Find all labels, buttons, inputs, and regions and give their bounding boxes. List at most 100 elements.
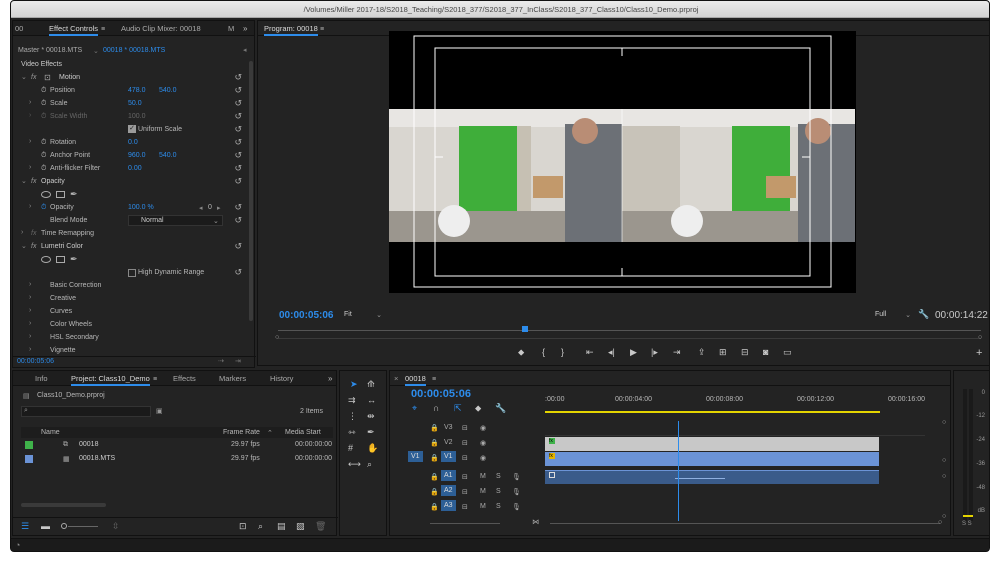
- pen-tool-icon[interactable]: ✒: [367, 427, 375, 438]
- selection-tool-icon[interactable]: ➤: [350, 379, 358, 390]
- project-row-clip[interactable]: ▦ 00018.MTS 29.97 fps 00:00:00:00: [21, 453, 333, 466]
- vr-icon[interactable]: ▭: [783, 347, 792, 358]
- razor-icon[interactable]: ⋮: [348, 411, 357, 422]
- solo-icon[interactable]: S: [496, 488, 501, 495]
- expand-icon[interactable]: ›: [29, 164, 31, 171]
- stopwatch-icon[interactable]: ⏱: [41, 139, 46, 147]
- tab-effect-controls[interactable]: Effect Controls: [49, 24, 99, 36]
- expand-icon[interactable]: ›: [29, 99, 31, 106]
- reset-icon[interactable]: ↺: [234, 111, 242, 122]
- pen-mask-icon[interactable]: ✒: [70, 189, 78, 200]
- prev-keyframe-icon[interactable]: ◂: [199, 204, 203, 212]
- eye-icon[interactable]: ◉: [480, 454, 486, 462]
- sync-lock-icon[interactable]: ⊟: [462, 488, 468, 496]
- stopwatch-icon[interactable]: ⏱: [41, 152, 46, 160]
- expand-icon[interactable]: ›: [21, 229, 23, 236]
- zoom-bar[interactable]: [278, 338, 981, 339]
- scroll-handle-bottom[interactable]: ○: [942, 513, 946, 520]
- horizontal-scrollbar[interactable]: [21, 503, 106, 507]
- expand-icon[interactable]: ›: [29, 320, 31, 327]
- reset-icon[interactable]: ↺: [234, 267, 242, 278]
- overflow-icon[interactable]: »: [243, 24, 247, 33]
- program-timecode[interactable]: 00:00:05:06: [279, 310, 333, 321]
- reset-icon[interactable]: ↺: [234, 98, 242, 109]
- zoom-slider-handle[interactable]: [61, 523, 67, 529]
- expand-icon[interactable]: ›: [29, 294, 31, 301]
- video-frame[interactable]: [389, 31, 856, 293]
- reset-icon[interactable]: ↺: [234, 124, 242, 135]
- new-bin-icon[interactable]: ▣: [156, 407, 163, 415]
- reset-icon[interactable]: ↺: [234, 163, 242, 174]
- collapse-icon[interactable]: ◂: [243, 46, 247, 54]
- type-tool-icon[interactable]: ⟷: [348, 459, 361, 470]
- slip-icon[interactable]: ⇹: [367, 411, 375, 422]
- reset-icon[interactable]: ↺: [234, 215, 242, 226]
- new-bin-icon[interactable]: ▤: [277, 521, 286, 532]
- add-button-icon[interactable]: +: [976, 347, 982, 359]
- rate-stretch-icon[interactable]: ↔: [367, 395, 376, 405]
- tab-history[interactable]: History: [270, 374, 293, 383]
- sort-icons-icon[interactable]: ⇳: [112, 521, 120, 532]
- basic-row[interactable]: › Basic Correction: [13, 280, 248, 293]
- transform-icon[interactable]: ⊡: [44, 73, 51, 82]
- zoom-tool-icon[interactable]: ⌕: [367, 459, 372, 470]
- clip-v1[interactable]: fx: [545, 452, 879, 466]
- next-keyframe-icon[interactable]: ▸: [217, 204, 221, 212]
- playhead-marker[interactable]: [522, 326, 528, 332]
- ellipse-mask-icon[interactable]: [41, 191, 51, 198]
- solo-buttons[interactable]: S S: [962, 521, 972, 527]
- sync-lock-icon[interactable]: ⊟: [462, 439, 468, 447]
- link-icon[interactable]: ∩: [433, 403, 439, 413]
- clip-v2[interactable]: fx: [545, 437, 879, 451]
- sync-lock-icon[interactable]: ⊟: [462, 503, 468, 511]
- project-row-sequence[interactable]: ⧉ 00018 29.97 fps 00:00:00:00: [21, 439, 333, 452]
- snap-icon[interactable]: ⌖: [412, 403, 417, 414]
- rectangle-mask-icon[interactable]: [56, 256, 65, 263]
- menu-icon[interactable]: ≡: [101, 25, 105, 34]
- expand-icon[interactable]: ›: [29, 203, 31, 210]
- automate-icon[interactable]: ⊡: [239, 521, 247, 532]
- menu-icon[interactable]: ≡: [320, 25, 324, 34]
- reset-icon[interactable]: ↺: [234, 241, 242, 252]
- go-to-out-icon[interactable]: ⇥: [673, 347, 681, 358]
- opacity-section-row[interactable]: ⌄ fx Opacity ↺: [13, 176, 248, 189]
- collapse-tracks-icon[interactable]: ⋈: [532, 518, 539, 526]
- icon-view-icon[interactable]: ▬: [41, 521, 50, 531]
- tab-effects[interactable]: Effects: [173, 374, 196, 383]
- timeline-timecode[interactable]: 00:00:05:06: [411, 388, 471, 400]
- lock-icon[interactable]: 🔒: [430, 454, 439, 462]
- stopwatch-icon[interactable]: ⏱: [41, 100, 46, 108]
- program-title[interactable]: Program: 00018: [264, 24, 318, 36]
- close-icon[interactable]: ×: [394, 374, 398, 383]
- ripple-edit-icon[interactable]: ⇉: [348, 395, 356, 406]
- marker-icon[interactable]: ⬥: [518, 347, 524, 358]
- camera-icon[interactable]: ◙: [763, 347, 768, 357]
- expand-icon[interactable]: ⌄: [21, 242, 27, 250]
- new-item-icon[interactable]: ▧: [296, 521, 305, 532]
- work-area-bar[interactable]: [545, 411, 880, 413]
- scroll-handle-top[interactable]: ○: [942, 419, 946, 426]
- zoom-handle-right[interactable]: ○: [978, 334, 982, 341]
- settings-wrench-icon[interactable]: 🔧: [495, 403, 506, 414]
- expand-icon[interactable]: ›: [29, 138, 31, 145]
- stopwatch-icon[interactable]: ⏱: [41, 204, 46, 212]
- lock-icon[interactable]: 🔒: [430, 473, 439, 481]
- solo-icon[interactable]: S: [496, 503, 501, 510]
- tab-info[interactable]: Info: [35, 374, 48, 383]
- search-input[interactable]: [21, 406, 151, 417]
- reset-icon[interactable]: ↺: [234, 176, 242, 187]
- track-area[interactable]: fx fx: [545, 421, 925, 521]
- eye-icon[interactable]: ◉: [480, 424, 486, 432]
- ellipse-mask-icon[interactable]: [41, 256, 51, 263]
- expand-icon[interactable]: ›: [29, 307, 31, 314]
- fx-icon[interactable]: fx: [31, 74, 36, 81]
- wrench-icon[interactable]: 🔧: [918, 309, 929, 320]
- fit-select[interactable]: Fit ⌄: [344, 311, 382, 321]
- track-label[interactable]: A2: [441, 485, 456, 496]
- stopwatch-icon[interactable]: ⏱: [41, 165, 46, 173]
- render-status-icon[interactable]: ◔: [15, 540, 20, 550]
- clip-a1[interactable]: [545, 470, 879, 484]
- slide-icon[interactable]: ⇿: [348, 427, 356, 438]
- step-back-icon[interactable]: ◂|: [608, 347, 615, 358]
- playhead-line[interactable]: [678, 421, 679, 521]
